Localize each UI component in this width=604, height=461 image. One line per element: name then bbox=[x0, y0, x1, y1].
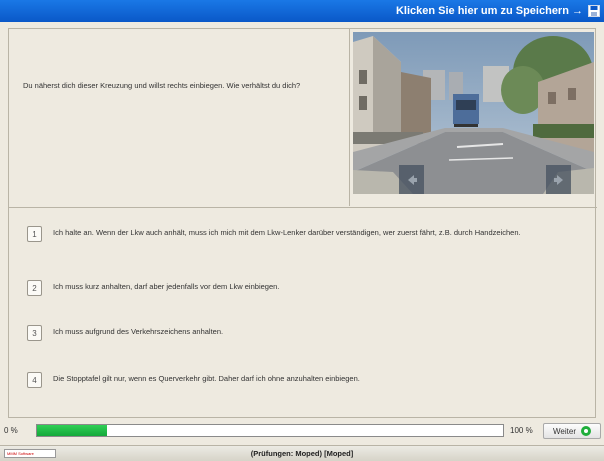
progress-start-label: 0 % bbox=[4, 426, 18, 435]
answer-number[interactable]: 4 bbox=[27, 372, 42, 388]
answer-number[interactable]: 3 bbox=[27, 325, 42, 341]
save-label: Klicken Sie hier um zu Speichern → bbox=[395, 5, 583, 17]
next-button-label: Weiter bbox=[553, 426, 576, 436]
status-text: (Prüfungen: Moped) [Moped] bbox=[250, 449, 354, 458]
arrow-right-icon[interactable] bbox=[546, 165, 571, 194]
photo-nav bbox=[353, 165, 594, 194]
progress-end-label: 100 % bbox=[510, 426, 533, 435]
floppy-disk-icon[interactable] bbox=[588, 5, 600, 17]
status-bar: MMM Software (Prüfungen: Moped) [Moped] bbox=[0, 445, 604, 461]
question-text: Du näherst dich dieser Kreuzung und will… bbox=[23, 81, 301, 90]
next-button[interactable]: Weiter bbox=[543, 423, 601, 439]
answer-number[interactable]: 1 bbox=[27, 226, 42, 242]
arrow-left-icon[interactable] bbox=[399, 165, 424, 194]
top-bar: Klicken Sie hier um zu Speichern → bbox=[0, 0, 604, 22]
answer-list: 1 Ich halte an. Wenn der Lkw auch anhält… bbox=[9, 209, 597, 417]
progress-bar bbox=[36, 424, 504, 437]
answer-option-2[interactable]: 2 Ich muss kurz anhalten, darf aber jede… bbox=[27, 280, 593, 296]
exam-panel: Du näherst dich dieser Kreuzung und will… bbox=[8, 28, 597, 418]
answer-text: Die Stopptafel gilt nur, wenn es Querver… bbox=[53, 374, 360, 383]
save-link[interactable]: Klicken Sie hier um zu Speichern → bbox=[396, 5, 600, 17]
green-circle-arrow-icon bbox=[580, 426, 591, 436]
answer-text: Ich muss kurz anhalten, darf aber jedenf… bbox=[53, 282, 280, 291]
answer-option-1[interactable]: 1 Ich halte an. Wenn der Lkw auch anhält… bbox=[27, 226, 593, 242]
answer-option-3[interactable]: 3 Ich muss aufgrund des Verkehrszeichens… bbox=[27, 325, 593, 341]
answer-text: Ich muss aufgrund des Verkehrszeichens a… bbox=[53, 327, 224, 336]
panel-divider bbox=[9, 207, 597, 208]
answer-option-4[interactable]: 4 Die Stopptafel gilt nur, wenn es Querv… bbox=[27, 372, 593, 388]
answer-number[interactable]: 2 bbox=[27, 280, 42, 296]
answer-text: Ich halte an. Wenn der Lkw auch anhält, … bbox=[53, 228, 521, 237]
progress-fill bbox=[37, 425, 107, 436]
question-panel: Du näherst dich dieser Kreuzung und will… bbox=[9, 29, 350, 206]
progress-row: 0 % 100 % Weiter bbox=[0, 421, 604, 441]
